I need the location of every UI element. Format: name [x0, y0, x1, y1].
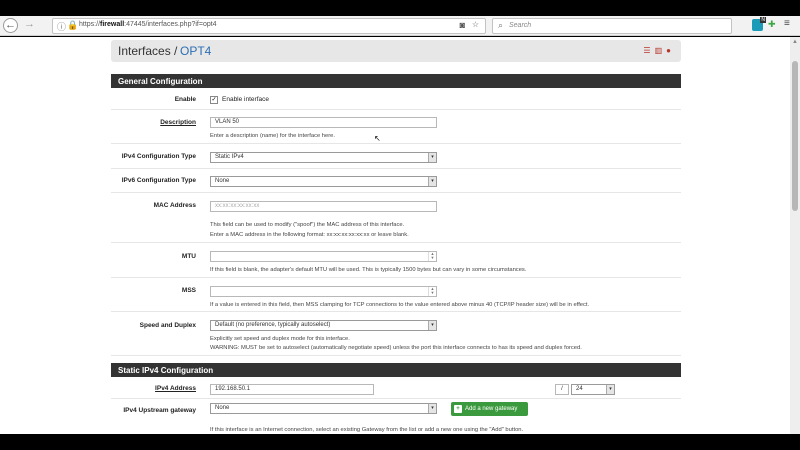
- mtu-label: MTU: [181, 253, 196, 260]
- mac-help-2: Enter a MAC address in the following for…: [210, 232, 409, 238]
- scroll-thumb[interactable]: [792, 61, 798, 211]
- top-letterbox: [0, 0, 800, 16]
- mtu-help: If this field is blank, the adapter's de…: [210, 267, 527, 273]
- row-ipv6-type: IPv6 Configuration Type None ▾: [111, 169, 681, 193]
- extension-badge: N: [760, 17, 766, 23]
- row-mtu: MTU ▲ ▼ If this field is blank, the adapt…: [111, 243, 681, 278]
- extension-icon[interactable]: N: [752, 17, 766, 31]
- search-placeholder: Search: [509, 22, 532, 29]
- enable-label: Enable: [174, 96, 196, 103]
- enable-checkbox[interactable]: ✓: [210, 96, 218, 104]
- search-icon: ⌕: [498, 20, 504, 30]
- breadcrumb-current[interactable]: OPT4: [180, 44, 211, 58]
- bottom-letterbox: [0, 434, 800, 450]
- prefix-slash: /: [555, 384, 569, 395]
- menu-icon[interactable]: ≡: [784, 18, 790, 29]
- ipv6-type-select[interactable]: None ▾: [210, 176, 437, 187]
- row-ipv4-address: IPv4 Address 192.168.50.1 / 24 ▾: [111, 377, 681, 399]
- lock-icon: 🔒: [67, 20, 79, 30]
- browser-toolbar: ← → ⓘ 🔒 https://firewall:47445/interface…: [0, 16, 800, 36]
- row-speed-duplex: Speed and Duplex Default (no preference,…: [111, 312, 681, 356]
- screen: ← → ⓘ 🔒 https://firewall:47445/interface…: [0, 0, 800, 450]
- mac-label: MAC Address: [153, 202, 196, 209]
- row-enable: Enable ✓ Enable interface: [111, 88, 681, 110]
- chevron-down-icon: ▾: [428, 321, 436, 330]
- back-button[interactable]: ←: [3, 18, 18, 33]
- chevron-down-icon: ▾: [428, 177, 436, 186]
- description-label: Description: [160, 119, 196, 126]
- breadcrumb-icons: ☰▥●: [643, 46, 675, 55]
- ipv4-type-label: IPv4 Configuration Type: [121, 153, 196, 160]
- page-content: Interfaces / OPT4 ☰▥● General Configurat…: [0, 37, 790, 434]
- info-icon[interactable]: ⓘ: [57, 20, 66, 33]
- chevron-down-icon: ▾: [428, 404, 436, 413]
- spinner-icon[interactable]: ▲ ▼: [428, 287, 436, 296]
- speed-label: Speed and Duplex: [139, 322, 196, 329]
- gateway-select[interactable]: None ▾: [210, 403, 437, 414]
- plus-icon: +: [454, 405, 462, 413]
- mss-input[interactable]: ▲ ▼: [210, 286, 437, 297]
- gateway-value: None: [215, 405, 230, 411]
- ipv4-address-input[interactable]: 192.168.50.1: [210, 384, 374, 395]
- mac-help-1: This field can be used to modify ("spoof…: [210, 222, 405, 228]
- reader-icon[interactable]: ☆: [472, 20, 479, 29]
- enable-checkbox-label: Enable interface: [222, 96, 269, 103]
- row-mac: MAC Address xx:xx:xx:xx:xx:xx This field…: [111, 193, 681, 243]
- help-icon[interactable]: ●: [666, 46, 675, 55]
- prefix-select[interactable]: 24 ▾: [571, 384, 615, 395]
- add-gateway-label: Add a new gateway: [465, 406, 518, 412]
- ipv4-type-select[interactable]: Static IPv4 ▾: [210, 152, 437, 163]
- chart-icon[interactable]: ▥: [655, 46, 667, 55]
- mss-help: If a value is entered in this field, the…: [210, 302, 590, 308]
- chevron-down-icon: ▾: [606, 385, 614, 394]
- section-static-ipv4-header: Static IPv4 Configuration: [111, 363, 681, 377]
- chevron-down-icon: ▾: [428, 153, 436, 162]
- row-ipv4-type: IPv4 Configuration Type Static IPv4 ▾: [111, 144, 681, 169]
- mac-input[interactable]: xx:xx:xx:xx:xx:xx: [210, 201, 437, 212]
- row-upstream-gateway: IPv4 Upstream gateway None ▾ + Add a new g…: [111, 399, 681, 434]
- speed-select[interactable]: Default (no preference, typically autose…: [210, 320, 437, 331]
- sliders-icon[interactable]: ☰: [643, 46, 654, 55]
- ipv6-type-value: None: [215, 178, 230, 184]
- search-bar[interactable]: ⌕ Search: [492, 18, 732, 34]
- gateway-help: If this interface is an Internet connect…: [210, 427, 524, 433]
- scroll-up-icon[interactable]: ▲: [792, 39, 798, 45]
- mtu-input[interactable]: ▲ ▼: [210, 251, 437, 262]
- ipv4-address-label: IPv4 Address: [155, 385, 196, 392]
- forward-button[interactable]: →: [22, 18, 37, 33]
- gateway-label: IPv4 Upstream gateway: [123, 407, 196, 414]
- description-input[interactable]: VLAN 50: [210, 117, 437, 128]
- row-description: Description VLAN 50 Enter a description …: [111, 110, 681, 144]
- url-text: https://firewall:47445/interfaces.php?if…: [79, 21, 217, 28]
- ipv6-type-label: IPv6 Configuration Type: [121, 177, 196, 184]
- ipv4-type-value: Static IPv4: [215, 154, 244, 160]
- url-bar[interactable]: ⓘ 🔒 https://firewall:47445/interfaces.ph…: [52, 18, 486, 34]
- puzzle-icon[interactable]: ✚: [768, 19, 776, 30]
- spinner-icon[interactable]: ▲ ▼: [428, 252, 436, 261]
- mss-label: MSS: [181, 287, 196, 294]
- add-gateway-button[interactable]: + Add a new gateway: [451, 402, 528, 416]
- speed-help-1: Explicitly set speed and duplex mode for…: [210, 336, 350, 342]
- speed-value: Default (no preference, typically autose…: [215, 322, 331, 328]
- page-scrollbar[interactable]: ▲: [790, 37, 800, 434]
- mouse-cursor-icon: ↖: [374, 134, 381, 143]
- section-general-header: General Configuration: [111, 74, 681, 88]
- breadcrumb: Interfaces / OPT4 ☰▥●: [111, 40, 681, 62]
- prefix-value: 24: [576, 386, 583, 392]
- pocket-icon[interactable]: ◙: [460, 20, 465, 30]
- row-mss: MSS ▲ ▼ If a value is entered in this fie…: [111, 278, 681, 312]
- speed-help-2: WARNING: MUST be set to autoselect (auto…: [210, 345, 582, 351]
- breadcrumb-root[interactable]: Interfaces /: [118, 44, 177, 58]
- description-help: Enter a description (name) for the inter…: [210, 133, 336, 139]
